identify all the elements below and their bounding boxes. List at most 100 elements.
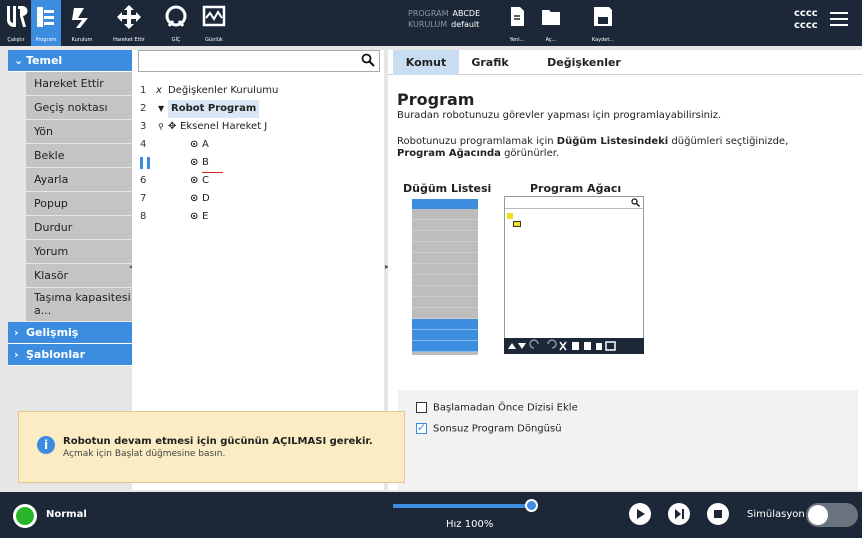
node-item-popup[interactable]: Popup [26,192,132,216]
tree-row[interactable]: 6 ⊙ C [140,172,209,190]
line-number: 7 [140,193,147,204]
mini-search-bar [505,197,643,209]
expand-marker-icon [507,213,513,219]
ur-logo-icon [7,5,28,27]
open-button[interactable]: Aç... [534,0,568,46]
tree-row[interactable]: 2 ▼ Robot Program [140,100,260,118]
chevron-right-icon [412,330,478,341]
run-tab-label: Çalıştır [7,37,25,43]
run-tab[interactable]: Çalıştır [2,0,30,46]
chevron-right-icon [412,341,478,352]
desc-bold-node-list: Düğüm Listesindeki [556,136,669,147]
new-button[interactable]: Yeni... [500,0,534,46]
installation-name: default [451,20,480,29]
checkbox-checked-icon[interactable]: ✓ [416,422,427,434]
simulation-toggle[interactable] [806,503,858,527]
program-tree: 1 x Değişkenler Kurulumu 2 ▼ Robot Program 3… [140,82,278,226]
tree-search-input[interactable] [138,50,380,72]
notification-title: Robotun devam etmesi için gücünün AÇILMA… [63,436,373,447]
chevron-right-icon: › [14,348,19,361]
tree-row-label: A [202,139,209,150]
program-tab[interactable]: Program [31,0,61,46]
expand-down-icon[interactable]: ▼ [158,100,164,118]
play-button[interactable] [629,503,651,525]
node-item-set[interactable]: Ayarla [26,168,132,192]
desc-bold-program-tree: Program Ağacında [397,148,501,159]
speed-slider[interactable] [393,504,533,508]
node-item-halt[interactable]: Durdur [26,216,132,240]
variables-icon: x [156,85,162,96]
desc-text: düğümleri seçtiğinizde, [668,136,789,147]
waypoint-icon: ⊙ [190,211,199,222]
step-icon [675,509,684,519]
toggle-knob [808,505,828,525]
tree-row-label: Robot Program [168,100,260,118]
node-item-comment[interactable]: Yorum [26,240,132,264]
checkbox-box[interactable] [416,402,427,413]
io-tab[interactable]: GİÇ [158,0,194,46]
waypoint-icon: ⊙ [190,139,199,150]
move-tab-label: Hareket Ettir [113,37,145,43]
node-item-direction[interactable]: Yön [26,120,132,144]
category-basic-label: Temel [26,54,63,67]
node-item-payload[interactable]: Taşıma kapasitesi a... [26,288,132,322]
move-tab[interactable]: Hareket Ettir [104,0,154,46]
io-tab-label: GİÇ [171,37,181,43]
top-bar: Çalıştır Program Kurulum Hareket Ettir G… [0,0,862,46]
line-number: 4 [140,139,147,150]
program-icon [37,7,54,27]
hamburger-menu-icon[interactable] [830,12,848,26]
new-button-label: Yeni... [509,37,525,43]
robot-name-line-1: cccc [794,8,818,19]
tree-row[interactable]: 4 ⊙ A [140,136,209,154]
search-icon[interactable] [361,53,375,67]
tree-row[interactable]: 7 ⊙ D [140,190,210,208]
power-button[interactable] [13,504,37,528]
tree-row[interactable]: ⊙ B [140,154,223,173]
tab-graphics[interactable]: Grafik [468,50,512,75]
tree-row[interactable]: 3 ⚲ ✥ Eksenel Hareket J [140,118,267,136]
log-icon [202,5,226,27]
tree-row-label: Eksenel Hareket J [180,121,268,132]
installation-tab[interactable]: Kurulum [62,0,102,46]
desc-text: Robotunuzu programlamak için [397,136,557,147]
desc-text: görünürler. [500,148,560,159]
tab-command[interactable]: Komut [393,50,459,75]
tree-row[interactable]: 1 x Değişkenler Kurulumu [140,82,278,100]
chevron-down-icon: ⌄ [14,54,24,67]
category-advanced[interactable]: › Gelişmiş [8,322,132,344]
log-tab[interactable]: Günlük [196,0,232,46]
waypoint-icon: ⊙ [190,157,199,168]
add-before-start-checkbox[interactable]: Başlamadan Önce Dizisi Ekle [416,402,578,414]
log-tab-label: Günlük [205,37,223,43]
node-item-wait[interactable]: Bekle [26,144,132,168]
tree-row[interactable]: 8 ⊙ E [140,208,208,226]
loop-forever-checkbox[interactable]: ✓ Sonsuz Program Döngüsü [416,422,562,435]
page-title: Program [397,90,475,109]
node-item-waypoint[interactable]: Geçiş noktası [26,96,132,120]
tree-row-label: C [202,175,209,186]
info-icon: i [37,436,55,454]
step-button[interactable] [668,503,690,525]
node-item-folder[interactable]: Klasör [26,264,132,288]
node-item-move[interactable]: Hareket Ettir [26,72,132,96]
save-button[interactable]: Kaydet... [584,0,622,46]
program-tree-title: Program Ağacı [530,182,622,195]
new-file-icon [511,7,524,26]
tab-variables[interactable]: Değişkenler [542,50,626,75]
tree-row-label: Değişkenler Kurulumu [168,85,279,96]
stop-button[interactable] [707,503,729,525]
line-number: 8 [140,211,147,222]
move-icon [117,5,141,29]
waypoint-icon: ⊙ [190,175,199,186]
category-basic[interactable]: ⌄ Temel [8,50,132,72]
description: Buradan robotunuzu görevler yapması için… [397,110,722,121]
description-line-3: Program Ağacında görünürler. [397,148,847,160]
category-templates[interactable]: › Şablonlar [8,344,132,366]
speed-slider-handle[interactable] [525,499,538,512]
toolbar-icons [508,339,616,351]
program-options: Başlamadan Önce Dizisi Ekle ✓ Sonsuz Prog… [398,390,858,490]
line-number: 3 [140,121,147,132]
tab-bar: Komut Grafik Değişkenler [388,50,862,75]
folder-icon [542,10,560,25]
